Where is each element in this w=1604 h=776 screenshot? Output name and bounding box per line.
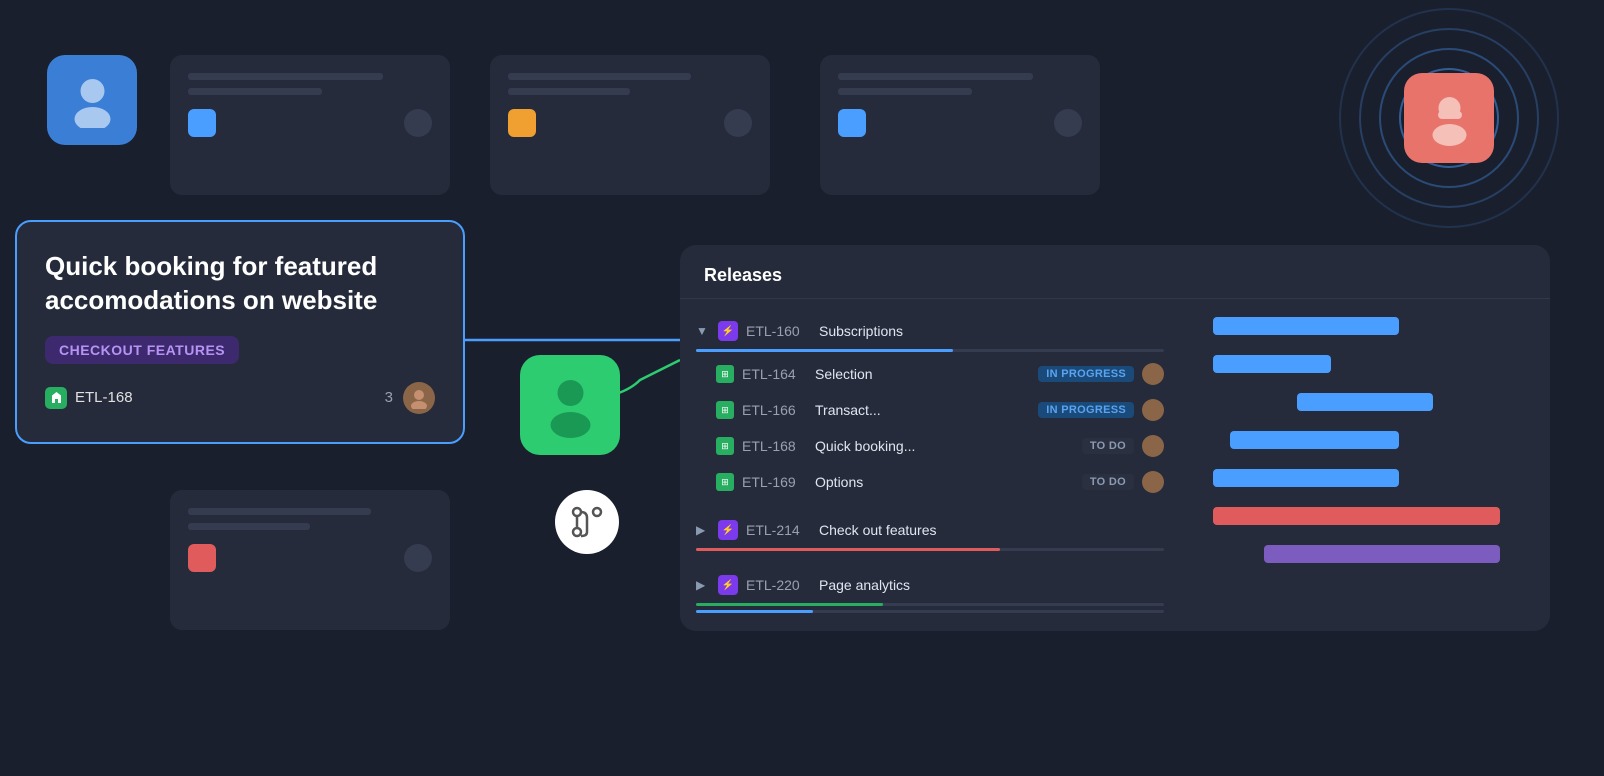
- gantt-bar-2: [1297, 393, 1432, 411]
- progress-bar-214: [696, 548, 1164, 551]
- release-icon-160: ⚡: [718, 321, 738, 341]
- release-row-160[interactable]: ▼ ⚡ ETL-160 Subscriptions: [680, 313, 1180, 349]
- sub-id-168: ETL-168: [742, 438, 807, 454]
- etl-icon: [45, 387, 67, 409]
- gantt-bar-0: [1213, 317, 1399, 335]
- sub-user-164: [1142, 363, 1164, 385]
- gantt-bar-1: [1213, 355, 1331, 373]
- release-id-160: ETL-160: [746, 323, 811, 339]
- release-icon-214: ⚡: [718, 520, 738, 540]
- sub-id-164: ETL-164: [742, 366, 807, 382]
- person-icon-pink: [1422, 91, 1477, 146]
- gantt-bar-4: [1213, 469, 1399, 487]
- release-row-220[interactable]: ▶ ⚡ ETL-220 Page analytics: [680, 567, 1180, 603]
- sub-id-169: ETL-169: [742, 474, 807, 490]
- sub-user-169: [1142, 471, 1164, 493]
- sub-row-166[interactable]: ⊞ ETL-166 Transact... IN PROGRESS: [680, 392, 1180, 428]
- gantt-bar-6: [1264, 545, 1501, 563]
- feature-card-title: Quick booking for featured accomodations…: [45, 250, 435, 318]
- bg-card-3: [820, 55, 1100, 195]
- sub-name-164: Selection: [815, 366, 1030, 382]
- sub-icon-166: ⊞: [716, 401, 734, 419]
- releases-list: ▼ ⚡ ETL-160 Subscriptions ⊞ ETL-164 Sele…: [680, 299, 1180, 631]
- release-group-220: ▶ ⚡ ETL-220 Page analytics: [680, 561, 1180, 623]
- sub-icon-164: ⊞: [716, 365, 734, 383]
- gantt-row-6: [1196, 535, 1534, 573]
- status-badge-169: TO DO: [1082, 474, 1134, 490]
- release-id-214: ETL-214: [746, 522, 811, 538]
- releases-content: ▼ ⚡ ETL-160 Subscriptions ⊞ ETL-164 Sele…: [680, 299, 1550, 631]
- git-icon: [569, 504, 605, 540]
- card-footer-right: 3: [385, 382, 435, 414]
- card-footer: ETL-168 3: [45, 382, 435, 414]
- git-circle: [555, 490, 619, 554]
- avatar-green: [520, 355, 620, 455]
- sub-name-166: Transact...: [815, 402, 1030, 418]
- person-icon-blue: [65, 73, 120, 128]
- sub-row-164[interactable]: ⊞ ETL-164 Selection IN PROGRESS: [680, 356, 1180, 392]
- progress-fill-160: [696, 349, 953, 352]
- gantt-row-5: [1196, 497, 1534, 535]
- sub-icon-168: ⊞: [716, 437, 734, 455]
- release-id-220: ETL-220: [746, 577, 811, 593]
- release-group-160: ▼ ⚡ ETL-160 Subscriptions ⊞ ETL-164 Sele…: [680, 307, 1180, 506]
- gantt-row-0: [1196, 307, 1534, 345]
- gantt-bar-3: [1230, 431, 1399, 449]
- release-name-220: Page analytics: [819, 577, 1164, 593]
- person-icon-green: [538, 373, 603, 438]
- sub-row-169[interactable]: ⊞ ETL-169 Options TO DO: [680, 464, 1180, 500]
- checkout-badge: CHECKOUT FEATURES: [45, 336, 239, 364]
- gantt-row-1: [1196, 345, 1534, 383]
- etl-id: ETL-168: [45, 387, 133, 409]
- status-badge-166: IN PROGRESS: [1038, 402, 1134, 418]
- releases-header: Releases: [680, 245, 1550, 299]
- sub-id-166: ETL-166: [742, 402, 807, 418]
- sub-name-169: Options: [815, 474, 1074, 490]
- release-name-160: Subscriptions: [819, 323, 1164, 339]
- progress-fill-214: [696, 548, 1000, 551]
- etl-id-label: ETL-168: [75, 389, 133, 406]
- gantt-row-4: [1196, 459, 1534, 497]
- checkout-badge-text: CHECKOUT FEATURES: [59, 342, 225, 358]
- progress-bar-160: [696, 349, 1164, 352]
- sub-name-168: Quick booking...: [815, 438, 1074, 454]
- expand-icon-160[interactable]: ▼: [696, 324, 710, 338]
- sub-user-168: [1142, 435, 1164, 457]
- release-group-214: ▶ ⚡ ETL-214 Check out features: [680, 506, 1180, 561]
- main-scene: Quick booking for featured accomodations…: [0, 0, 1604, 776]
- sub-row-168[interactable]: ⊞ ETL-168 Quick booking... TO DO: [680, 428, 1180, 464]
- expand-icon-220[interactable]: ▶: [696, 578, 710, 592]
- bg-card-4: [170, 490, 450, 630]
- progress-fill-220: [696, 603, 883, 606]
- release-row-214[interactable]: ▶ ⚡ ETL-214 Check out features: [680, 512, 1180, 548]
- release-name-214: Check out features: [819, 522, 1164, 538]
- release-icon-220: ⚡: [718, 575, 738, 595]
- releases-panel: Releases ▼ ⚡ ETL-160 Subscriptions: [680, 245, 1550, 631]
- avatar-blue: [47, 55, 137, 145]
- user-avatar-sm: [403, 382, 435, 414]
- avatar-pink-container: [1359, 28, 1539, 208]
- progress-bar-220: [696, 603, 1164, 606]
- gantt-bar-5: [1213, 507, 1500, 525]
- expand-icon-214[interactable]: ▶: [696, 523, 710, 537]
- bg-card-2: [490, 55, 770, 195]
- status-badge-168: TO DO: [1082, 438, 1134, 454]
- sub-icon-169: ⊞: [716, 473, 734, 491]
- bg-card-1: [170, 55, 450, 195]
- count-badge: 3: [385, 389, 393, 406]
- gantt-area: [1180, 299, 1550, 631]
- avatar-pink: [1404, 73, 1494, 163]
- feature-card: Quick booking for featured accomodations…: [15, 220, 465, 444]
- status-badge-164: IN PROGRESS: [1038, 366, 1134, 382]
- sub-user-166: [1142, 399, 1164, 421]
- gantt-row-2: [1196, 383, 1534, 421]
- gantt-row-3: [1196, 421, 1534, 459]
